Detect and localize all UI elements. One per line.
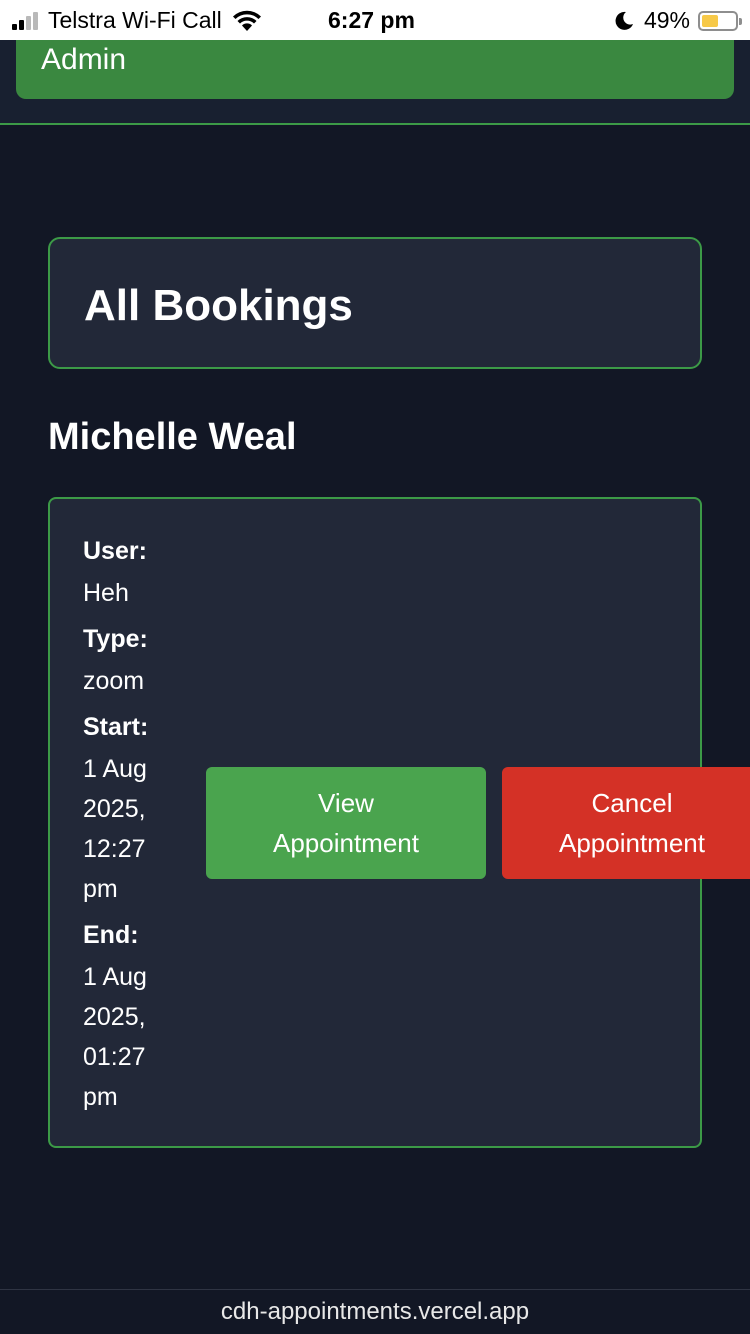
- wifi-icon: [232, 10, 261, 31]
- page-title: All Bookings: [84, 281, 353, 330]
- status-time: 6:27 pm: [328, 7, 415, 33]
- cancel-appointment-label: Cancel Appointment: [559, 788, 705, 858]
- page-title-card: All Bookings: [48, 237, 702, 369]
- status-bar: Telstra Wi-Fi Call 6:27 pm 49%: [0, 0, 750, 40]
- header-bar: Admin: [0, 40, 750, 125]
- user-value: Heh: [83, 579, 129, 607]
- user-label: User:: [83, 537, 147, 565]
- url-text: cdh-appointments.vercel.app: [220, 1298, 530, 1325]
- start-label: Start:: [83, 713, 149, 741]
- status-right: 49%: [614, 7, 742, 34]
- view-appointment-button[interactable]: View Appointment: [206, 767, 486, 879]
- client-name-heading: Michelle Weal: [48, 416, 297, 458]
- battery-percent: 49%: [643, 7, 690, 33]
- end-value: 1 Aug 2025, 01:27 pm: [83, 963, 147, 1111]
- cancel-appointment-button[interactable]: Cancel Appointment: [502, 767, 750, 879]
- admin-menu-button[interactable]: Admin: [16, 40, 734, 99]
- battery-icon: [698, 10, 742, 31]
- type-label: Type:: [83, 625, 148, 653]
- signal-icon: [12, 11, 40, 30]
- battery-fill: [702, 14, 718, 27]
- view-appointment-label: View Appointment: [273, 788, 419, 858]
- booking-card: User: Heh Type: zoom Start: 1 Aug 2025, …: [48, 497, 750, 1148]
- browser-url-bar[interactable]: cdh-appointments.vercel.app: [0, 1289, 750, 1334]
- start-value: 1 Aug 2025, 12:27 pm: [83, 755, 147, 903]
- battery-tip: [739, 17, 742, 25]
- end-label: End:: [83, 921, 139, 949]
- moon-icon: [615, 11, 633, 30]
- status-left: Telstra Wi-Fi Call: [12, 7, 262, 34]
- carrier-name: Telstra Wi-Fi Call: [48, 7, 222, 33]
- type-value: zoom: [83, 667, 145, 695]
